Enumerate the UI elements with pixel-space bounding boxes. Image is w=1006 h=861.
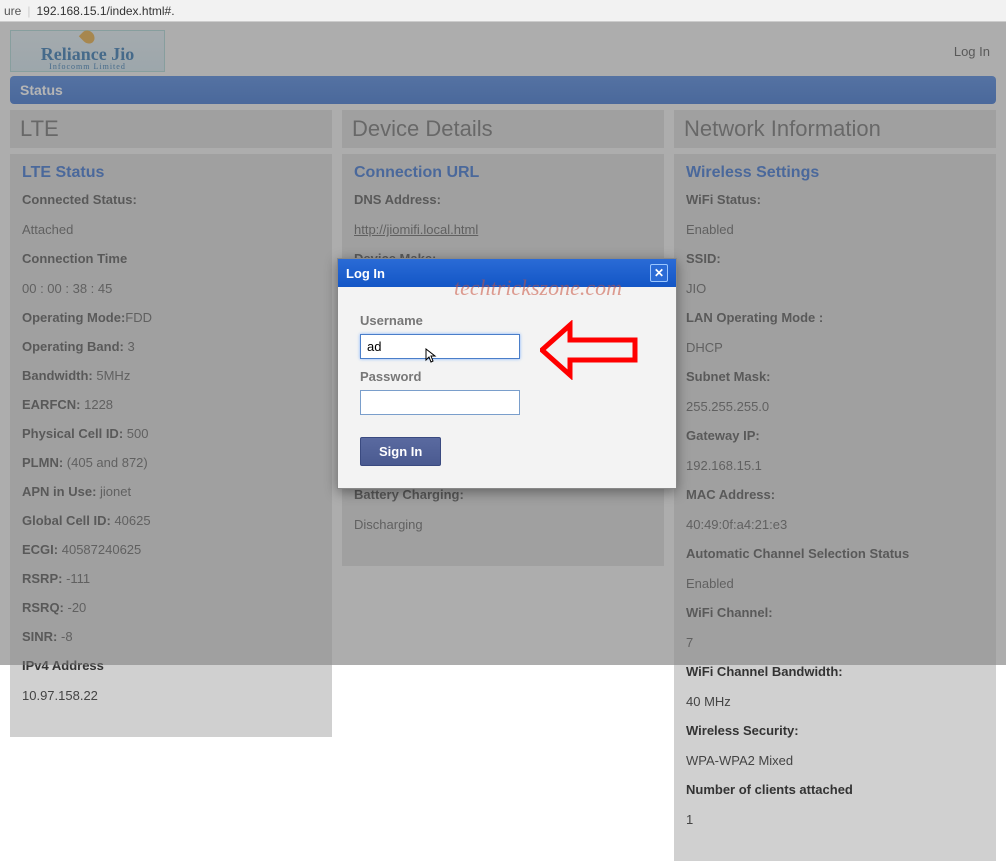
- separator: |: [27, 4, 30, 18]
- field-value: 10.97.158.22: [22, 688, 98, 703]
- password-input[interactable]: [360, 390, 520, 415]
- password-label: Password: [360, 369, 654, 384]
- url-text[interactable]: 192.168.15.1/index.html#.: [36, 4, 174, 18]
- modal-titlebar: Log In ✕: [338, 259, 676, 287]
- signin-button[interactable]: Sign In: [360, 437, 441, 466]
- field-label: WiFi Channel Bandwidth:: [686, 664, 984, 679]
- username-input[interactable]: [360, 334, 520, 359]
- login-modal: Log In ✕ Username Password Sign In: [337, 258, 677, 489]
- modal-title: Log In: [346, 266, 385, 281]
- field-label: Wireless Security:: [686, 723, 984, 738]
- security-indicator: ure: [4, 4, 21, 18]
- field-row: Number of clients attached 1: [686, 782, 984, 827]
- username-label: Username: [360, 313, 654, 328]
- field-row: WiFi Channel Bandwidth: 40 MHz: [686, 664, 984, 709]
- close-button[interactable]: ✕: [650, 264, 668, 282]
- field-value: WPA-WPA2 Mixed: [686, 753, 793, 768]
- field-value: 1: [686, 812, 693, 827]
- field-row: Wireless Security: WPA-WPA2 Mixed: [686, 723, 984, 768]
- field-label: Number of clients attached: [686, 782, 984, 797]
- field-value: 40 MHz: [686, 694, 731, 709]
- address-bar[interactable]: ure | 192.168.15.1/index.html#.: [0, 0, 1006, 22]
- close-icon: ✕: [654, 266, 664, 280]
